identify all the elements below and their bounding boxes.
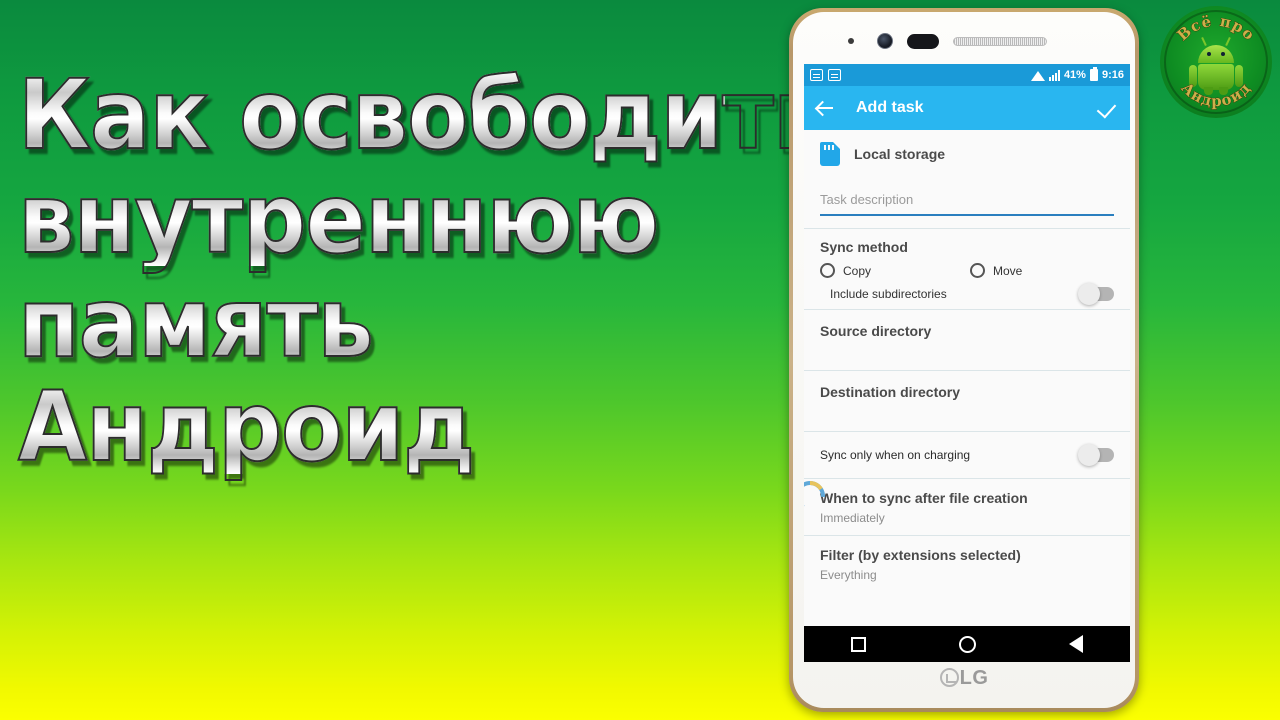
add-task-form: Local storage Task description Sync meth… — [804, 130, 1130, 626]
radio-button-icon[interactable] — [970, 263, 985, 278]
title-line-4: Андроид — [17, 378, 725, 476]
lg-mark-icon — [939, 668, 959, 687]
loading-spinner-icon — [804, 480, 825, 511]
phone-brand-logo: LG — [793, 667, 1135, 690]
when-to-sync-row[interactable]: When to sync after file creation Immedia… — [804, 479, 1130, 535]
charging-only-row[interactable]: Sync only when on charging — [804, 432, 1130, 478]
channel-logo: Всё про Андроид — [1160, 6, 1272, 118]
radio-button-icon[interactable] — [820, 263, 835, 278]
back-arrow-icon[interactable] — [816, 99, 834, 117]
earpiece-speaker-icon — [953, 37, 1047, 46]
logo-text-bottom: Андроид — [1178, 79, 1255, 110]
back-triangle-icon[interactable] — [1069, 635, 1084, 653]
sd-card-icon — [820, 142, 840, 166]
source-directory-row[interactable]: Source directory — [804, 310, 1130, 370]
destination-directory-label: Destination directory — [820, 384, 961, 400]
title-line-2: внутреннюю — [17, 170, 725, 268]
radio-label-copy: Copy — [843, 263, 872, 278]
sync-method-title: Sync method — [820, 239, 908, 255]
check-icon[interactable] — [1098, 98, 1118, 118]
phone-device: 41% 9:16 Add task Local storage Task des — [789, 8, 1139, 712]
android-navigation-bar — [804, 626, 1130, 662]
phone-screen: 41% 9:16 Add task Local storage Task des — [804, 64, 1130, 626]
message-icon — [828, 69, 841, 81]
radio-option-move[interactable]: Move — [970, 263, 1022, 278]
include-subdirectories-toggle[interactable] — [1078, 283, 1114, 305]
home-circle-icon[interactable] — [958, 635, 976, 653]
charging-only-label: Sync only when on charging — [820, 448, 971, 462]
battery-icon — [1089, 67, 1098, 81]
page-title: Add task — [856, 99, 924, 116]
phone-top-hardware — [793, 12, 1135, 64]
recents-square-icon[interactable] — [850, 636, 866, 652]
include-subdirectories-label: Include subdirectories — [830, 287, 947, 301]
destination-directory-row[interactable]: Destination directory — [804, 371, 1130, 431]
sync-method-options: Copy Move — [820, 263, 1114, 278]
title-line-3: память — [17, 274, 725, 372]
front-camera-icon — [877, 33, 893, 49]
task-description-input[interactable]: Task description — [820, 192, 1114, 214]
wifi-icon — [1030, 70, 1045, 81]
radio-label-move: Move — [993, 263, 1023, 278]
title-line-1: Как освободить — [17, 59, 830, 171]
proximity-sensor-icon — [907, 34, 939, 49]
storage-label: Local storage — [854, 146, 946, 162]
status-bar: 41% 9:16 — [804, 64, 1130, 86]
lg-brand-label: LG — [959, 667, 989, 689]
when-to-sync-value: Immediately — [820, 511, 885, 525]
radio-option-copy[interactable]: Copy — [820, 263, 970, 278]
filter-title: Filter (by extensions selected) — [820, 547, 1021, 563]
task-description-field[interactable]: Task description — [804, 178, 1130, 216]
filter-value: Everything — [820, 568, 877, 582]
status-bar-system: 41% 9:16 — [1030, 67, 1124, 81]
include-subdirectories-row[interactable]: Include subdirectories — [820, 283, 1114, 305]
task-description-underline — [820, 214, 1114, 216]
source-directory-label: Source directory — [820, 323, 932, 339]
clock-label: 9:16 — [1101, 69, 1124, 81]
logo-curved-text: Всё про Андроид — [1173, 12, 1258, 111]
sensor-dot-icon — [848, 38, 854, 44]
phone-body: 41% 9:16 Add task Local storage Task des — [793, 12, 1135, 708]
signal-icon — [1048, 69, 1060, 81]
logo-text-top: Всё про — [1173, 12, 1258, 44]
video-title-block: Как освободить внутреннюю память Андроид — [17, 59, 830, 476]
message-icon — [810, 69, 823, 81]
battery-percent-label: 41% — [1063, 69, 1086, 81]
charging-only-toggle[interactable] — [1078, 444, 1114, 466]
status-bar-notifications — [810, 69, 841, 81]
app-bar: Add task — [804, 86, 1130, 130]
when-to-sync-title: When to sync after file creation — [820, 490, 1028, 506]
filter-row[interactable]: Filter (by extensions selected) Everythi… — [804, 536, 1130, 592]
sync-method-section: Sync method Copy Move Include subdirecto… — [804, 229, 1130, 309]
storage-selector-row[interactable]: Local storage — [804, 130, 1130, 178]
